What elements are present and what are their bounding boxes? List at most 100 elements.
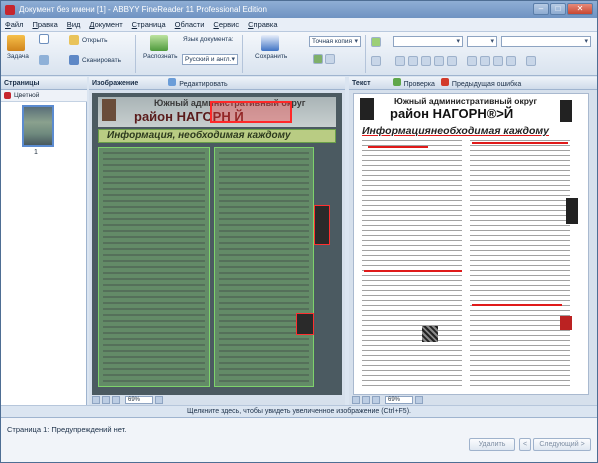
- main-toolbar: Задача Открыть Сканировать Распознать Яз…: [1, 32, 597, 76]
- title-bar: Документ без имени [1] - ABBYY FineReade…: [1, 1, 597, 18]
- delete-button[interactable]: Удалить: [469, 438, 515, 451]
- pages-pane: Страницы Цветной 1: [1, 77, 87, 405]
- close-button[interactable]: ✕: [567, 3, 593, 15]
- color-mode-icon: [4, 92, 11, 99]
- zoom-out-icon[interactable]: [372, 395, 380, 404]
- menu-bar: Файл Правка Вид Документ Страница Област…: [1, 18, 597, 32]
- font-select[interactable]: [501, 36, 591, 47]
- align-justify-icon[interactable]: [506, 56, 516, 66]
- warnings-panel: Страница 1: Предупреждений нет. Удалить …: [1, 417, 597, 462]
- settings-button[interactable]: [39, 55, 52, 65]
- prev-warning-button[interactable]: <: [519, 438, 531, 451]
- style-select[interactable]: [393, 36, 463, 47]
- paragraph-icon[interactable]: [371, 56, 381, 66]
- view-toggle-icon[interactable]: [313, 54, 323, 64]
- error-highlight: [472, 304, 562, 306]
- view-toggle-icon[interactable]: [325, 54, 335, 64]
- text-pane-header: Текст Проверка Предыдущая ошибка: [349, 77, 597, 90]
- next-warning-button[interactable]: Следующий >: [533, 438, 591, 451]
- recognized-text-editor[interactable]: Южный административный округ район НАГОР…: [353, 93, 589, 395]
- zoom-in-icon[interactable]: [415, 395, 423, 404]
- maximize-button[interactable]: □: [550, 3, 566, 15]
- scan-button[interactable]: Сканировать: [69, 55, 121, 65]
- save-button[interactable]: Сохранить: [255, 35, 287, 60]
- edit-image-button[interactable]: Редактировать: [168, 78, 228, 88]
- window-title: Документ без имени [1] - ABBYY FineReade…: [19, 5, 267, 14]
- text-pane-footer: 69%: [349, 394, 425, 405]
- zoom-in-icon[interactable]: [155, 395, 163, 404]
- picture-area-selection[interactable]: [210, 101, 292, 123]
- font-color-icon[interactable]: [526, 56, 536, 66]
- menu-areas[interactable]: Области: [175, 20, 205, 29]
- page-thumbnail[interactable]: [22, 105, 54, 147]
- check-label: Проверка: [403, 81, 435, 88]
- bold-icon[interactable]: [395, 56, 405, 66]
- zoom-hint[interactable]: Щелкните здесь, чтобы увидеть увеличенно…: [1, 405, 597, 417]
- minimize-button[interactable]: –: [533, 3, 549, 15]
- picture-area[interactable]: [296, 313, 314, 335]
- recognize-icon: [149, 35, 168, 51]
- font-size-select[interactable]: [467, 36, 497, 47]
- subscript-icon[interactable]: [447, 56, 457, 66]
- style-icon[interactable]: [371, 37, 381, 47]
- menu-tools[interactable]: Сервис: [213, 20, 239, 29]
- copy-mode-select[interactable]: Точная копия: [309, 36, 361, 47]
- image-pane-title: Изображение: [92, 79, 139, 87]
- menu-page[interactable]: Страница: [132, 20, 166, 29]
- spellcheck-icon: [392, 78, 401, 86]
- menu-help[interactable]: Справка: [248, 20, 277, 29]
- italic-icon[interactable]: [408, 56, 418, 66]
- text-pane: Текст Проверка Предыдущая ошибка Южный а…: [349, 77, 597, 405]
- align-center-icon[interactable]: [480, 56, 490, 66]
- menu-view[interactable]: Вид: [67, 20, 81, 29]
- picture-area[interactable]: [314, 205, 330, 245]
- zoom-out-icon[interactable]: [112, 395, 120, 404]
- scan-band: Информация, необходимая каждому: [98, 129, 336, 143]
- toolbar-separator: [242, 35, 243, 73]
- fit-width-icon[interactable]: [352, 395, 360, 404]
- image-pane-footer: 69%: [89, 394, 165, 405]
- fit-page-icon[interactable]: [362, 395, 370, 404]
- gear-icon: [39, 55, 49, 65]
- scanned-page-image[interactable]: Южный административный округ район НАГОР…: [92, 93, 342, 395]
- error-highlight: [472, 142, 568, 144]
- task-button[interactable]: Задача: [7, 35, 29, 60]
- error-highlight: [368, 146, 428, 148]
- prev-error-label: Предыдущая ошибка: [451, 81, 522, 88]
- text-area-right[interactable]: [214, 147, 314, 387]
- prev-error-icon: [440, 78, 449, 86]
- superscript-icon[interactable]: [434, 56, 444, 66]
- fit-width-icon[interactable]: [92, 395, 100, 404]
- task-label: Задача: [7, 53, 29, 60]
- scan-label: Сканировать: [82, 56, 121, 64]
- open-button[interactable]: Открыть: [69, 35, 108, 45]
- doc-line1: Южный административный округ: [394, 96, 538, 106]
- app-logo-icon: [5, 4, 15, 15]
- menu-file[interactable]: Файл: [5, 20, 23, 29]
- check-button[interactable]: Проверка: [392, 78, 435, 88]
- scanner-icon: [69, 55, 79, 65]
- text-area-left[interactable]: [98, 147, 210, 387]
- underline-icon[interactable]: [421, 56, 431, 66]
- picture-image: [560, 316, 572, 330]
- image-pane: Изображение Редактировать Южный админист…: [89, 77, 345, 405]
- text-pane-title: Текст: [352, 79, 371, 87]
- align-left-icon[interactable]: [467, 56, 477, 66]
- error-highlight: [364, 270, 462, 272]
- doc-language-select[interactable]: Русский и англ.: [182, 54, 238, 65]
- fit-page-icon[interactable]: [102, 395, 110, 404]
- prev-error-button[interactable]: Предыдущая ошибка: [440, 78, 522, 88]
- doc-line2: район НАГОРН®>Й: [390, 106, 514, 121]
- menu-document[interactable]: Документ: [89, 20, 122, 29]
- text-zoom-select[interactable]: 69%: [385, 395, 413, 404]
- task-icon: [7, 35, 26, 51]
- align-right-icon[interactable]: [493, 56, 503, 66]
- new-document-icon: [39, 34, 49, 44]
- new-doc-button[interactable]: [39, 34, 52, 44]
- recognize-button[interactable]: Распознать: [143, 35, 177, 60]
- doc-language-label: Язык документа:: [183, 36, 234, 43]
- image-zoom-select[interactable]: 69%: [125, 395, 153, 404]
- coat-of-arms-image: [102, 99, 116, 121]
- pages-view-mode[interactable]: Цветной: [1, 90, 87, 102]
- menu-edit[interactable]: Правка: [32, 20, 57, 29]
